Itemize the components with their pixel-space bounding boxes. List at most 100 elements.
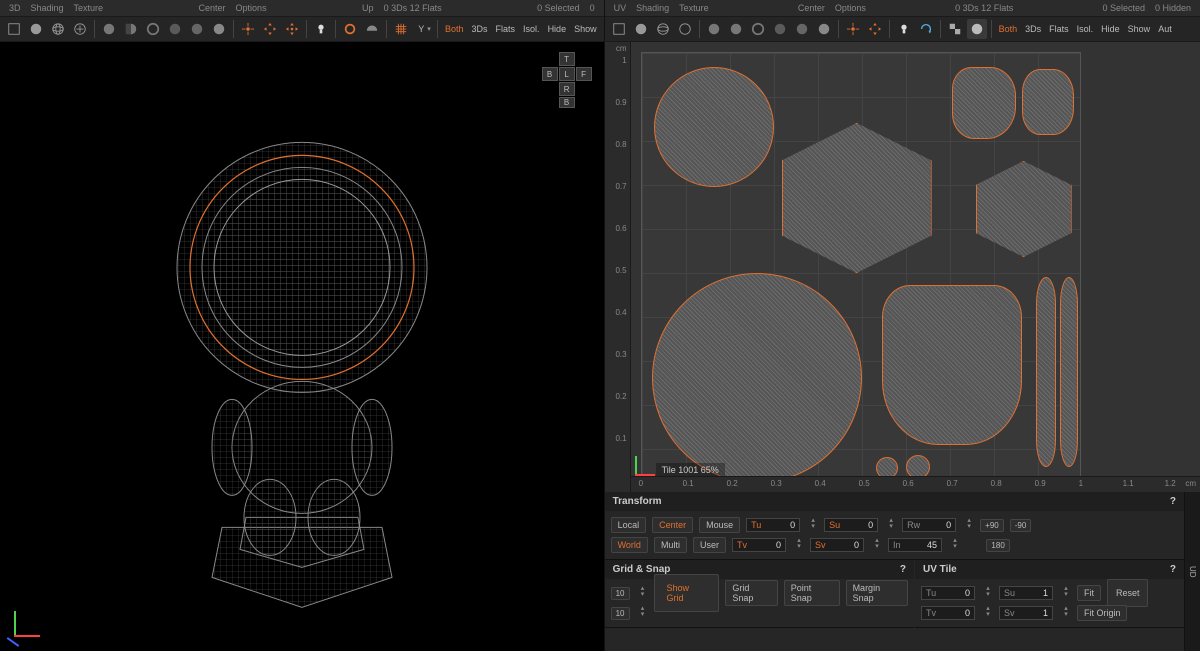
rw-field[interactable]: Rw0 (902, 518, 956, 532)
grid-icon[interactable] (391, 19, 411, 39)
cube-t[interactable]: T (559, 52, 575, 66)
cube-r[interactable]: R (559, 82, 575, 96)
rot-180[interactable]: 180 (986, 539, 1009, 552)
menu-options-r[interactable]: Options (832, 3, 869, 13)
sphere-wire-icon[interactable] (48, 19, 68, 39)
menu-center[interactable]: Center (196, 3, 229, 13)
sv-field[interactable]: Sv0 (810, 538, 864, 552)
mode-both-r[interactable]: Both (996, 24, 1021, 34)
shade-4-icon[interactable] (165, 19, 185, 39)
menu-uv[interactable]: UV (611, 3, 630, 13)
shade-4-icon-r[interactable] (770, 19, 790, 39)
target-icon-r[interactable] (843, 19, 863, 39)
uv-island[interactable] (782, 123, 932, 273)
menu-up[interactable]: Up (359, 3, 377, 13)
mode-3ds-r[interactable]: 3Ds (1022, 24, 1044, 34)
frame-icon[interactable] (4, 19, 24, 39)
space-world[interactable]: World (611, 537, 648, 553)
mode-isol-r[interactable]: Isol. (1074, 24, 1097, 34)
uv-island[interactable] (976, 161, 1072, 257)
uv-island[interactable] (952, 67, 1016, 139)
grid-snap-btn[interactable]: Grid Snap (725, 580, 777, 606)
cube-l[interactable]: L (559, 67, 575, 81)
menu-shading[interactable]: Shading (28, 3, 67, 13)
viewport-uv[interactable]: cm 1 0.9 0.8 0.7 0.6 0.5 0.4 0.3 0.2 0.1 (605, 42, 1200, 492)
mode-hide-r[interactable]: Hide (1098, 24, 1123, 34)
space-multi[interactable]: Multi (654, 537, 687, 553)
menu-center-r[interactable]: Center (795, 3, 828, 13)
menu-options[interactable]: Options (233, 3, 270, 13)
uv-tile-help[interactable]: ? (1170, 564, 1176, 575)
move-center-icon[interactable] (282, 19, 302, 39)
margin-snap-btn[interactable]: Margin Snap (846, 580, 908, 606)
shade-2-icon[interactable] (121, 19, 141, 39)
shade-1-icon[interactable] (99, 19, 119, 39)
shade-5-icon[interactable] (187, 19, 207, 39)
sphere-check-icon-r[interactable] (675, 19, 695, 39)
grid-help[interactable]: ? (900, 564, 906, 575)
transform-help[interactable]: ? (1170, 496, 1176, 507)
grid-v1[interactable]: 10 (611, 587, 630, 600)
reset-btn[interactable]: Reset (1107, 579, 1149, 607)
shade-3-icon-r[interactable] (748, 19, 768, 39)
axis-gizmo-3d[interactable] (12, 607, 44, 639)
space-mouse[interactable]: Mouse (699, 517, 740, 533)
cube-b[interactable]: B (559, 97, 575, 108)
sphere-solid-icon[interactable] (26, 19, 46, 39)
shade-6-icon-r[interactable] (814, 19, 834, 39)
orientation-cube[interactable]: T B L F R B (542, 52, 592, 108)
mode-3ds[interactable]: 3Ds (469, 24, 491, 34)
uvtile-tu[interactable]: Tu0 (921, 586, 975, 600)
fit-btn[interactable]: Fit (1077, 585, 1101, 601)
target-icon[interactable] (238, 19, 258, 39)
dome-icon[interactable] (362, 19, 382, 39)
uv-island[interactable] (1060, 277, 1078, 467)
fit-origin-btn[interactable]: Fit Origin (1077, 605, 1128, 621)
side-tab[interactable]: UD (1184, 492, 1200, 651)
viewport-3d[interactable]: T B L F R B (0, 42, 604, 651)
menu-3d[interactable]: 3D (6, 3, 24, 13)
mode-hide[interactable]: Hide (545, 24, 570, 34)
shade-3-icon[interactable] (143, 19, 163, 39)
uv-island[interactable] (1036, 277, 1056, 467)
uv-island[interactable] (882, 285, 1022, 445)
show-grid[interactable]: Show Grid (654, 574, 720, 612)
light-icon[interactable] (311, 19, 331, 39)
mode-show[interactable]: Show (571, 24, 600, 34)
grid-v2[interactable]: 10 (611, 607, 630, 620)
move-arrows-icon[interactable] (260, 19, 280, 39)
sphere-solid-icon-r[interactable] (631, 19, 651, 39)
frame-icon-r[interactable] (609, 19, 629, 39)
menu-texture[interactable]: Texture (71, 3, 107, 13)
cube-f[interactable]: F (576, 67, 592, 81)
mode-show-r[interactable]: Show (1125, 24, 1154, 34)
ring-icon[interactable] (340, 19, 360, 39)
tu-field[interactable]: Tu0 (746, 518, 800, 532)
rotate-icon[interactable] (916, 19, 936, 39)
in-field[interactable]: In45 (888, 538, 942, 552)
shade-5-icon-r[interactable] (792, 19, 812, 39)
uv-island[interactable] (652, 273, 862, 483)
space-local[interactable]: Local (611, 517, 647, 533)
rot-m90[interactable]: -90 (1010, 519, 1032, 532)
su-field[interactable]: Su0 (824, 518, 878, 532)
shade-6-icon[interactable] (209, 19, 229, 39)
menu-shading-r[interactable]: Shading (633, 3, 672, 13)
circle-active-icon[interactable] (967, 19, 987, 39)
cube-b2[interactable]: B (542, 67, 558, 81)
light-icon-r[interactable] (894, 19, 914, 39)
move-arrows-icon-r[interactable] (865, 19, 885, 39)
mode-flats[interactable]: Flats (493, 24, 519, 34)
axis-y-icon[interactable]: Y▾ (413, 19, 433, 39)
shade-2-icon-r[interactable] (726, 19, 746, 39)
mode-both[interactable]: Both (442, 24, 467, 34)
uv-island[interactable] (654, 67, 774, 187)
mode-isol[interactable]: Isol. (520, 24, 543, 34)
sphere-check-icon[interactable] (70, 19, 90, 39)
rot-p90[interactable]: +90 (980, 519, 1004, 532)
uvtile-tv[interactable]: Tv0 (921, 606, 975, 620)
checker-icon[interactable] (945, 19, 965, 39)
uv-island[interactable] (1022, 69, 1074, 135)
menu-texture-r[interactable]: Texture (676, 3, 712, 13)
uvtile-su[interactable]: Su1 (999, 586, 1053, 600)
